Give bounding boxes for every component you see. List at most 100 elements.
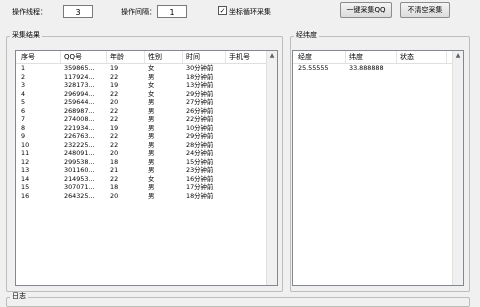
- results-cell: 268987...: [64, 106, 95, 115]
- results-cell: 22: [110, 72, 119, 81]
- results-cell: 男: [148, 72, 155, 81]
- results-col-header[interactable]: 年龄: [107, 51, 145, 63]
- results-row[interactable]: 12 299538... 18 男 15分钟前: [16, 158, 277, 167]
- results-cell: 307071...: [64, 183, 95, 191]
- results-cell: 19: [110, 64, 119, 72]
- results-cell: 22: [110, 115, 119, 123]
- results-cell: 16分钟前: [186, 174, 214, 183]
- interval-label: 操作间隔：: [121, 8, 156, 16]
- results-cell: 264325...: [64, 191, 95, 200]
- results-row[interactable]: 5 259644... 20 男 27分钟前: [16, 98, 277, 107]
- results-cell: 男: [148, 183, 155, 191]
- results-cell: 女: [148, 64, 155, 72]
- log-group: [6, 297, 470, 307]
- results-cell: 23分钟前: [186, 166, 214, 174]
- results-cell: 17分钟前: [186, 183, 214, 191]
- results-row[interactable]: 6 268987... 22 男 26分钟前: [16, 107, 277, 116]
- coords-row[interactable]: 25.55555 33.888888: [293, 64, 463, 73]
- results-cell: 12: [21, 157, 30, 166]
- results-row[interactable]: 1 359865... 19 女 30分钟前: [16, 64, 277, 73]
- results-col-header[interactable]: 序号: [18, 51, 61, 63]
- results-cell: 24分钟前: [186, 149, 214, 157]
- results-cell: 男: [148, 115, 155, 123]
- threads-label: 操作线程：: [12, 8, 47, 16]
- results-row[interactable]: 11 248091... 20 男 24分钟前: [16, 149, 277, 158]
- results-cell: 20: [110, 98, 119, 106]
- results-col-header[interactable]: 时间: [183, 51, 226, 63]
- results-cell: 2: [21, 72, 26, 81]
- results-cell: 301160...: [64, 166, 95, 174]
- results-cell: 28分钟前: [186, 140, 214, 149]
- results-cell: 5: [21, 98, 26, 106]
- coords-col-header[interactable]: 状态: [397, 51, 447, 63]
- coords-cell: [397, 64, 447, 73]
- results-cell: 22: [110, 106, 119, 115]
- results-row[interactable]: 16 264325... 20 男 18分钟前: [16, 192, 277, 201]
- no-clear-button[interactable]: 不清空采集: [400, 2, 450, 18]
- results-row[interactable]: 7 274008... 22 男 22分钟前: [16, 115, 277, 124]
- results-cell: 226763...: [64, 132, 95, 140]
- results-cell: 22: [110, 140, 119, 149]
- results-cell: 男: [148, 98, 155, 106]
- coords-col-header[interactable]: 纬度: [346, 51, 397, 63]
- interval-input[interactable]: 1: [157, 5, 187, 18]
- results-cell: 男: [148, 166, 155, 174]
- results-cell: 214953...: [64, 174, 95, 183]
- coords-table-body: 25.55555 33.888888: [293, 64, 463, 73]
- results-cell: 8: [21, 123, 26, 132]
- results-row[interactable]: 4 296994... 22 女 29分钟前: [16, 90, 277, 99]
- results-cell: 男: [148, 149, 155, 157]
- scroll-up-icon[interactable]: ▲: [453, 51, 463, 61]
- results-cell: 3: [21, 81, 26, 89]
- results-cell: 6: [21, 106, 26, 115]
- results-row[interactable]: 13 301160... 21 男 23分钟前: [16, 166, 277, 175]
- loop-checkbox[interactable]: ✓: [218, 6, 227, 15]
- results-cell: 13: [21, 166, 30, 174]
- results-cell: 20: [110, 149, 119, 157]
- threads-input[interactable]: 3: [63, 5, 93, 18]
- results-cell: 29分钟前: [186, 89, 214, 98]
- coords-group-title: 经纬度: [294, 31, 319, 40]
- results-cell: 男: [148, 123, 155, 132]
- results-cell: 男: [148, 106, 155, 115]
- results-row[interactable]: 15 307071... 18 男 17分钟前: [16, 183, 277, 192]
- coords-scrollbar[interactable]: ▲: [452, 51, 463, 285]
- results-cell: 22: [110, 89, 119, 98]
- coords-cell: 33.888888: [349, 64, 384, 72]
- results-table-header: 序号 QQ号 年龄 性别 时间 手机号: [16, 51, 277, 64]
- coords-table[interactable]: 经度 纬度 状态 25.55555 33.888888 ▲: [292, 50, 464, 286]
- results-cell: 4: [21, 89, 26, 98]
- results-cell: 359865...: [64, 64, 95, 72]
- results-scrollbar[interactable]: ▲: [266, 51, 277, 285]
- results-cell: 7: [21, 115, 26, 123]
- results-row[interactable]: 14 214953... 22 女 16分钟前: [16, 175, 277, 184]
- scroll-up-icon[interactable]: ▲: [267, 51, 277, 61]
- results-cell: 22: [110, 174, 119, 183]
- results-cell: 11: [21, 149, 30, 157]
- results-cell: 221934...: [64, 123, 95, 132]
- results-col-header[interactable]: 性别: [145, 51, 183, 63]
- results-cell: 20: [110, 191, 119, 200]
- coords-cell: 25.55555: [298, 64, 329, 72]
- collect-qq-button[interactable]: 一键采集QQ: [340, 2, 392, 18]
- results-cell: 18: [110, 183, 119, 191]
- results-cell: 18分钟前: [186, 191, 214, 200]
- results-cell: 女: [148, 89, 155, 98]
- results-cell: 男: [148, 140, 155, 149]
- coords-col-header[interactable]: 经度: [295, 51, 346, 63]
- results-col-header[interactable]: QQ号: [61, 51, 107, 63]
- results-cell: 117924...: [64, 72, 95, 81]
- results-cell: 18分钟前: [186, 72, 214, 81]
- results-table[interactable]: 序号 QQ号 年龄 性别 时间 手机号 1 359865... 19 女 30分钟前 2 117924…: [15, 50, 278, 286]
- results-cell: 26分钟前: [186, 106, 214, 115]
- results-cell: 9: [21, 132, 26, 140]
- results-row[interactable]: 10 232225... 22 男 28分钟前: [16, 141, 277, 150]
- results-row[interactable]: 2 117924... 22 男 18分钟前: [16, 73, 277, 82]
- results-cell: 10: [21, 140, 30, 149]
- results-row[interactable]: 8 221934... 19 男 10分钟前: [16, 124, 277, 133]
- results-row[interactable]: 9 226763... 22 男 29分钟前: [16, 132, 277, 141]
- results-cell: 10分钟前: [186, 123, 214, 132]
- results-cell: 274008...: [64, 115, 95, 123]
- loop-label: 坐标循环采集: [229, 8, 271, 16]
- results-row[interactable]: 3 328173... 19 女 13分钟前: [16, 81, 277, 90]
